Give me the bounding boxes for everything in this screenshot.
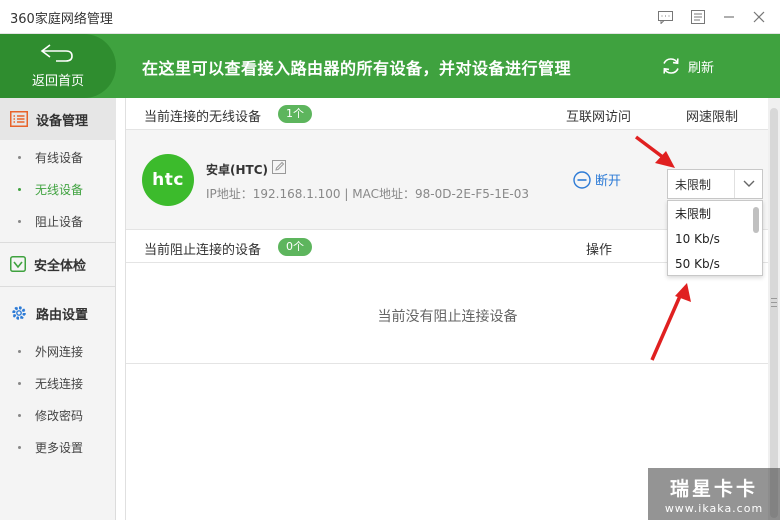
watermark: 瑞星卡卡 www.ikaka.com: [648, 468, 780, 520]
disconnect-label: 断开: [595, 174, 622, 189]
title-bar: 360家庭网络管理: [0, 0, 780, 34]
sidebar-item-label: 更多设置: [35, 440, 84, 455]
sidebar-section-security-check[interactable]: 安全体检: [0, 243, 116, 285]
back-arrow-icon: [40, 44, 73, 62]
minimize-icon[interactable]: [719, 7, 739, 27]
sidebar-item-label: 无线连接: [35, 376, 84, 391]
sidebar-item-more-settings[interactable]: 更多设置: [0, 435, 116, 459]
back-home-label: 返回首页: [31, 74, 84, 89]
blocked-empty-area: 当前没有阻止连接设备: [126, 264, 769, 364]
shield-icon: [10, 256, 26, 272]
wireless-count-badge: 1个: [278, 105, 312, 123]
speed-option-50kbs[interactable]: 50 Kb/s: [668, 252, 752, 277]
sidebar-section-device-management[interactable]: 设备管理: [0, 98, 116, 140]
sidebar-item-wireless-devices[interactable]: 无线设备: [0, 177, 116, 201]
watermark-url: www.ikaka.com: [664, 502, 764, 515]
back-home-button[interactable]: 返回首页: [0, 34, 116, 98]
sidebar-section-label: 安全体检: [34, 258, 87, 274]
sidebar-item-blocked-devices[interactable]: 阻止设备: [0, 209, 116, 233]
main-panel: 当前连接的无线设备 1个 互联网访问 网速限制 htc 安卓(HTC) IP地址…: [125, 98, 769, 520]
blocked-section-title: 当前阻止连接的设备: [144, 243, 262, 258]
main-scrollbar-thumb[interactable]: [770, 108, 778, 518]
device-info: IP地址：192.168.1.100 | MAC地址：98-0D-2E-F5-1…: [206, 187, 530, 201]
refresh-button[interactable]: 刷新: [660, 53, 714, 79]
action-column-header: 操作: [586, 243, 613, 258]
app-title: 360家庭网络管理: [10, 12, 113, 27]
sidebar-item-label: 外网连接: [35, 344, 84, 359]
sidebar-item-label: 有线设备: [35, 150, 84, 165]
sidebar-item-wireless-connection[interactable]: 无线连接: [0, 371, 116, 395]
dropdown-scrollbar[interactable]: [753, 207, 759, 233]
disconnect-button[interactable]: 断开: [573, 170, 621, 189]
wireless-section-header: 当前连接的无线设备 1个 互联网访问 网速限制: [126, 98, 769, 130]
sidebar: 设备管理 有线设备 无线设备 阻止设备 安全体检 路由设置 外网连接 无线连接 …: [0, 98, 116, 520]
speed-limit-dropdown: 未限制 10 Kb/s 50 Kb/s: [667, 200, 763, 276]
scrollbar-grip: [771, 298, 777, 307]
main-scrollbar[interactable]: [768, 98, 780, 520]
speed-limit-column-header: 网速限制: [686, 110, 739, 125]
sidebar-section-label: 设备管理: [36, 113, 89, 129]
sidebar-item-change-password[interactable]: 修改密码: [0, 403, 116, 427]
header-message: 在这里可以查看接入路由器的所有设备，并对设备进行管理: [142, 59, 572, 78]
watermark-brand: 瑞星卡卡: [669, 478, 758, 500]
edit-icon[interactable]: [272, 160, 286, 174]
speed-limit-value: 未限制: [675, 177, 712, 192]
menu-icon[interactable]: [688, 7, 708, 27]
minus-circle-icon: [573, 170, 591, 189]
sidebar-item-label: 修改密码: [35, 408, 84, 423]
gear-icon: [12, 306, 26, 320]
blocked-count-badge: 0个: [278, 238, 312, 256]
speed-limit-select[interactable]: 未限制: [667, 169, 763, 199]
refresh-icon: [663, 58, 679, 74]
blocked-empty-text: 当前没有阻止连接设备: [377, 309, 518, 325]
wireless-section-title: 当前连接的无线设备: [144, 110, 262, 125]
refresh-label: 刷新: [688, 60, 715, 76]
internet-access-column-header: 互联网访问: [566, 110, 632, 125]
speed-option-unlimited[interactable]: 未限制: [668, 202, 752, 227]
sidebar-section-router-settings[interactable]: 路由设置: [0, 292, 116, 334]
chevron-down-icon[interactable]: [734, 170, 762, 198]
speed-option-10kbs[interactable]: 10 Kb/s: [668, 227, 752, 252]
htc-logo-icon: htc: [142, 154, 194, 206]
device-name: 安卓(HTC): [206, 163, 269, 177]
sidebar-section-label: 路由设置: [36, 307, 89, 323]
sidebar-item-wired-devices[interactable]: 有线设备: [0, 145, 116, 169]
close-icon[interactable]: [749, 7, 769, 27]
sidebar-item-label: 阻止设备: [35, 214, 84, 229]
header-bar: 返回首页 在这里可以查看接入路由器的所有设备，并对设备进行管理 刷新: [0, 34, 780, 98]
feedback-icon[interactable]: [655, 7, 675, 27]
sidebar-item-wan-connection[interactable]: 外网连接: [0, 339, 116, 363]
list-icon: [10, 111, 28, 127]
sidebar-item-label: 无线设备: [35, 182, 84, 197]
sidebar-divider: [0, 286, 116, 287]
